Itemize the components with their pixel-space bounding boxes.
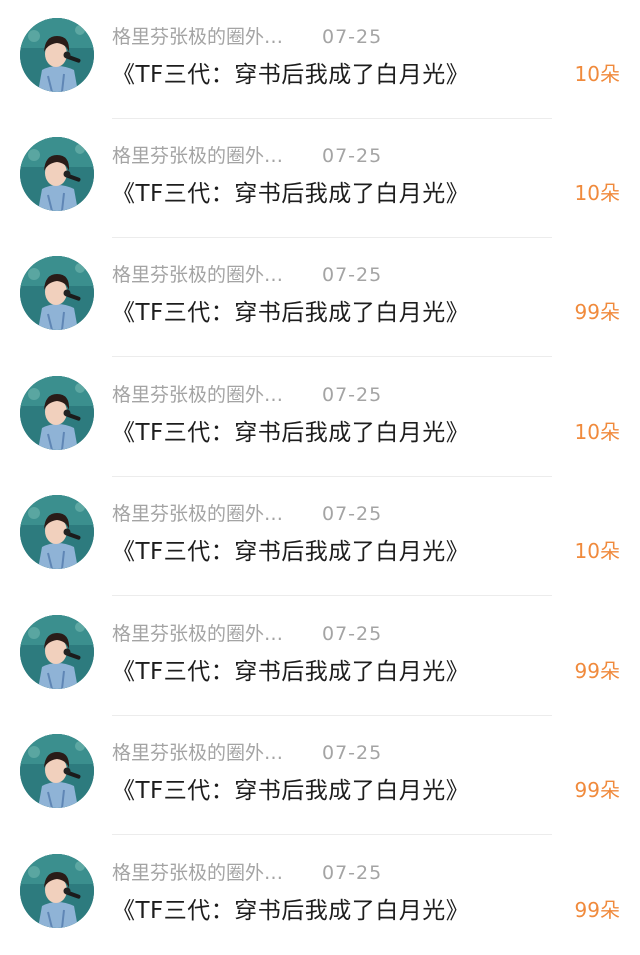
flower-count: 10朵	[574, 62, 620, 86]
post-date: 07-25	[322, 742, 383, 764]
avatar-photo-icon	[20, 854, 94, 928]
work-title[interactable]: 《TF三代：穿书后我成了白月光》	[112, 415, 469, 451]
avatar-photo-icon	[20, 734, 94, 808]
post-meta: 格里芬张极的圈外… 07-25	[112, 22, 382, 52]
author-name[interactable]: 格里芬张极的圈外…	[112, 380, 308, 410]
list-item[interactable]: 格里芬张极的圈外… 07-25 《TF三代：穿书后我成了白月光》 10朵	[0, 358, 640, 477]
post-date: 07-25	[322, 264, 383, 286]
list-item[interactable]: 格里芬张极的圈外… 07-25 《TF三代：穿书后我成了白月光》 10朵	[0, 119, 640, 238]
flower-count: 99朵	[574, 898, 620, 922]
post-date: 07-25	[322, 862, 383, 884]
list-item[interactable]: 格里芬张极的圈外… 07-25 《TF三代：穿书后我成了白月光》 99朵	[0, 597, 640, 716]
flower-count: 99朵	[574, 300, 620, 324]
post-meta: 格里芬张极的圈外… 07-25	[112, 619, 382, 649]
author-name[interactable]: 格里芬张极的圈外…	[112, 141, 308, 171]
avatar-photo-icon	[20, 256, 94, 330]
post-date: 07-25	[322, 26, 383, 48]
avatar[interactable]	[20, 854, 94, 928]
work-title[interactable]: 《TF三代：穿书后我成了白月光》	[112, 176, 469, 212]
list-item[interactable]: 格里芬张极的圈外… 07-25 《TF三代：穿书后我成了白月光》 10朵	[0, 0, 640, 119]
post-meta: 格里芬张极的圈外… 07-25	[112, 499, 382, 529]
avatar[interactable]	[20, 18, 94, 92]
post-meta: 格里芬张极的圈外… 07-25	[112, 141, 382, 171]
avatar-photo-icon	[20, 376, 94, 450]
author-name[interactable]: 格里芬张极的圈外…	[112, 858, 308, 888]
avatar-photo-icon	[20, 615, 94, 689]
divider	[112, 595, 552, 596]
author-name[interactable]: 格里芬张极的圈外…	[112, 22, 308, 52]
author-name[interactable]: 格里芬张极的圈外…	[112, 738, 308, 768]
author-name[interactable]: 格里芬张极的圈外…	[112, 619, 308, 649]
post-meta: 格里芬张极的圈外… 07-25	[112, 738, 382, 768]
post-meta: 格里芬张极的圈外… 07-25	[112, 380, 382, 410]
work-title[interactable]: 《TF三代：穿书后我成了白月光》	[112, 773, 469, 809]
avatar-photo-icon	[20, 18, 94, 92]
post-date: 07-25	[322, 623, 383, 645]
flower-count: 10朵	[574, 181, 620, 205]
flower-count: 99朵	[574, 778, 620, 802]
divider	[112, 834, 552, 835]
avatar[interactable]	[20, 615, 94, 689]
list-item[interactable]: 格里芬张极的圈外… 07-25 《TF三代：穿书后我成了白月光》 99朵	[0, 716, 640, 835]
author-name[interactable]: 格里芬张极的圈外…	[112, 260, 308, 290]
avatar[interactable]	[20, 256, 94, 330]
post-meta: 格里芬张极的圈外… 07-25	[112, 858, 382, 888]
list-item[interactable]: 格里芬张极的圈外… 07-25 《TF三代：穿书后我成了白月光》 99朵	[0, 836, 640, 955]
avatar[interactable]	[20, 137, 94, 211]
flower-count: 99朵	[574, 659, 620, 683]
avatar[interactable]	[20, 495, 94, 569]
work-title[interactable]: 《TF三代：穿书后我成了白月光》	[112, 57, 469, 93]
work-title[interactable]: 《TF三代：穿书后我成了白月光》	[112, 534, 469, 570]
divider	[112, 356, 552, 357]
post-meta: 格里芬张极的圈外… 07-25	[112, 260, 382, 290]
author-name[interactable]: 格里芬张极的圈外…	[112, 499, 308, 529]
avatar-photo-icon	[20, 495, 94, 569]
flower-count: 10朵	[574, 539, 620, 563]
flower-count: 10朵	[574, 420, 620, 444]
avatar-photo-icon	[20, 137, 94, 211]
list-item[interactable]: 格里芬张极的圈外… 07-25 《TF三代：穿书后我成了白月光》 10朵	[0, 477, 640, 596]
work-title[interactable]: 《TF三代：穿书后我成了白月光》	[112, 654, 469, 690]
gift-list: 格里芬张极的圈外… 07-25 《TF三代：穿书后我成了白月光》 10朵 格里芬张…	[0, 0, 640, 946]
post-date: 07-25	[322, 503, 383, 525]
work-title[interactable]: 《TF三代：穿书后我成了白月光》	[112, 295, 469, 331]
work-title[interactable]: 《TF三代：穿书后我成了白月光》	[112, 893, 469, 929]
avatar[interactable]	[20, 376, 94, 450]
list-item[interactable]: 格里芬张极的圈外… 07-25 《TF三代：穿书后我成了白月光》 99朵	[0, 238, 640, 357]
post-date: 07-25	[322, 145, 383, 167]
avatar[interactable]	[20, 734, 94, 808]
post-date: 07-25	[322, 384, 383, 406]
